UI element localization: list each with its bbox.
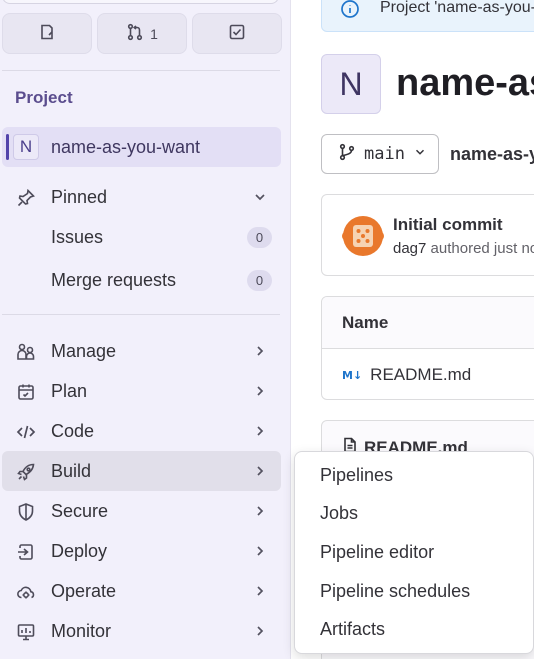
sidebar-item-deploy[interactable]: Deploy: [2, 531, 281, 571]
sidebar: 1 Project N name-as-you-want Pinned Issu…: [0, 0, 291, 659]
branch-icon: [338, 143, 356, 166]
users-icon: [16, 342, 36, 362]
issues-icon: [38, 23, 56, 44]
avatar[interactable]: [342, 215, 384, 257]
sidebar-item-label: Deploy: [51, 540, 108, 561]
chevron-right-icon: [252, 623, 268, 639]
deploy-icon: [16, 542, 36, 562]
chevron-down-icon: [413, 145, 427, 164]
sidebar-item-label: Manage: [51, 340, 117, 361]
chevron-down-icon: [252, 189, 268, 205]
sidebar-item-label: Pinned: [51, 186, 108, 207]
sidebar-item-label: Issues: [51, 226, 104, 247]
menu-item-pipeline-editor[interactable]: Pipeline editor: [295, 533, 533, 572]
monitor-icon: [16, 622, 36, 642]
merge-request-icon: [126, 23, 144, 44]
todo-icon: [228, 23, 246, 44]
commit-author-link[interactable]: dag7: [393, 240, 426, 257]
calendar-icon: [16, 382, 36, 402]
sidebar-item-manage[interactable]: Manage: [2, 331, 281, 371]
page-title: name-as-you-want: [396, 62, 534, 104]
sidebar-item-label: Code: [51, 420, 95, 441]
sidebar-item-label: Build: [51, 460, 92, 481]
commit-time: authored just now: [430, 240, 534, 257]
todos-button[interactable]: [192, 13, 282, 54]
sidebar-item-label: Secure: [51, 500, 109, 521]
chevron-right-icon: [252, 583, 268, 599]
sidebar-item-code[interactable]: Code: [2, 411, 281, 451]
repository-path-breadcrumb[interactable]: name-as-you-want /: [450, 144, 534, 165]
branch-name: main: [364, 144, 405, 164]
menu-item-artifacts[interactable]: Artifacts: [295, 610, 533, 649]
menu-item-pipeline-schedules[interactable]: Pipeline schedules: [295, 572, 533, 611]
search-field[interactable]: [2, 0, 279, 4]
cloud-gear-icon: [16, 582, 36, 602]
sidebar-item-pinned[interactable]: Pinned: [2, 177, 281, 217]
sidebar-item-label: Monitor: [51, 620, 112, 641]
sidebar-project-link[interactable]: N name-as-you-want: [2, 127, 281, 167]
active-indicator: [6, 134, 9, 160]
code-icon: [16, 422, 36, 442]
table-header-name: Name: [322, 297, 534, 349]
merge-requests-count: 1: [150, 25, 158, 42]
chevron-right-icon: [252, 463, 268, 479]
sidebar-item-plan[interactable]: Plan: [2, 371, 281, 411]
commit-meta: dag7 authored just now: [393, 240, 534, 257]
project-name: name-as-you-want: [51, 136, 201, 157]
menu-item-pipelines[interactable]: Pipelines: [295, 456, 533, 495]
section-label-project: Project: [15, 88, 73, 107]
file-name-link[interactable]: README.md: [370, 365, 471, 385]
chevron-right-icon: [252, 503, 268, 519]
pin-icon: [16, 188, 36, 208]
build-flyout-menu: Pipelines Jobs Pipeline editor Pipeline …: [294, 451, 534, 654]
markdown-icon: M↓: [342, 368, 363, 382]
sidebar-item-label: Operate: [51, 580, 117, 601]
menu-item-jobs[interactable]: Jobs: [295, 495, 533, 534]
success-alert: Project 'name-as-you-want' was successfu…: [321, 0, 534, 32]
sidebar-item-label: Plan: [51, 380, 88, 401]
divider: [2, 314, 280, 315]
chevron-right-icon: [252, 423, 268, 439]
commit-title-link[interactable]: Initial commit: [393, 215, 503, 235]
divider: [2, 70, 280, 71]
sidebar-item-operate[interactable]: Operate: [2, 571, 281, 611]
project-avatar-large: N: [321, 54, 381, 114]
rocket-icon: [16, 462, 36, 482]
merge-requests-button[interactable]: 1: [97, 13, 187, 54]
issues-button[interactable]: [2, 13, 92, 54]
sidebar-item-label: Merge requests: [51, 269, 177, 290]
sidebar-top-buttons: 1: [2, 13, 282, 54]
count-badge: 0: [247, 227, 272, 248]
table-row[interactable]: M↓ README.md: [322, 349, 534, 399]
count-badge: 0: [247, 270, 272, 291]
sidebar-item-issues[interactable]: Issues 0: [2, 217, 281, 257]
shield-icon: [16, 502, 36, 522]
sidebar-item-build[interactable]: Build: [2, 451, 281, 491]
sidebar-item-merge-requests[interactable]: Merge requests 0: [2, 260, 281, 300]
last-commit-panel: Initial commit dag7 authored just now: [321, 194, 534, 276]
chevron-right-icon: [252, 543, 268, 559]
sidebar-item-monitor[interactable]: Monitor: [2, 611, 281, 651]
chevron-right-icon: [252, 383, 268, 399]
alert-message: Project 'name-as-you-want' was successfu…: [380, 0, 534, 16]
chevron-right-icon: [252, 343, 268, 359]
branch-selector[interactable]: main: [321, 134, 439, 174]
sidebar-item-secure[interactable]: Secure: [2, 491, 281, 531]
project-avatar: N: [13, 134, 39, 160]
info-icon: [340, 0, 360, 19]
file-tree-table: Name M↓ README.md: [321, 296, 534, 400]
